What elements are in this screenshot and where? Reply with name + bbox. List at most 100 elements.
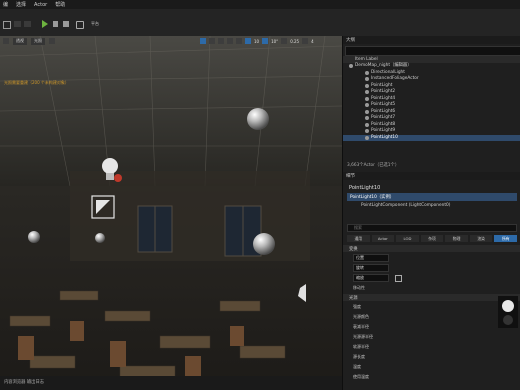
component-instance-row[interactable]: PointLight10（实例） [347,193,517,201]
status-left[interactable]: 内容浏览器 输出日志 [4,379,44,385]
move-icon[interactable] [209,38,215,44]
menu-item-select[interactable]: 选择 [16,1,26,8]
light-icon [365,109,369,114]
stop-icon[interactable] [63,21,69,27]
component-instance-label: PointLight10（实例） [350,195,395,200]
light-icon [365,90,369,95]
scale-label: 缩放 [356,275,364,280]
play-icon[interactable] [42,20,48,28]
mode-select-icon[interactable] [14,21,21,27]
component-row[interactable]: PointLightComponent (LightComponent0) [361,203,450,208]
scale-snap-icon[interactable] [281,38,288,44]
menu-item-actor[interactable]: Actor [34,2,47,8]
section-light[interactable]: 光源 [343,294,520,301]
light-prop[interactable]: 光源颜色 [353,314,373,320]
transform-row-rotation: 旋转 [353,264,389,272]
platforms-label: 平台 [91,20,99,26]
light-prop[interactable]: 源长度 [353,354,373,360]
content-icon[interactable] [24,21,31,27]
scale-icon[interactable] [227,38,233,44]
launch-icon[interactable] [76,21,84,29]
show-icon[interactable] [49,38,55,44]
section-transform-label: 变换 [349,246,358,252]
rotation-dropdown[interactable]: 旋转 [353,264,389,272]
light-prop[interactable]: 强度 [353,304,373,310]
scale-dropdown[interactable]: 缩放 [353,274,389,282]
platforms-button[interactable]: 平台 [91,20,99,27]
outliner-item-selected[interactable]: PointLight10 [343,134,520,141]
grid-snap-value[interactable]: 10 [254,39,259,44]
scale-snap-value[interactable]: 0.25 [290,39,299,44]
light-icon [365,96,369,101]
section-transform[interactable]: 变换 [343,245,520,252]
outliner-header: Item Label [343,56,520,63]
viewport-mode-label: 透视 [16,38,24,43]
outliner-search-input[interactable] [345,46,520,56]
light-icon [365,116,369,121]
outliner-tab[interactable]: 大纲 [343,36,520,44]
actor-name[interactable]: PointLight10 [349,185,380,191]
rotate-icon[interactable] [218,38,224,44]
pause-icon[interactable] [53,21,58,27]
lock-icon[interactable] [395,274,402,282]
outliner-count: 3,663个Actor（已选1个） [347,163,400,168]
rotation-snap-value[interactable]: 10° [271,39,278,44]
outliner-tab-label: 大纲 [346,38,355,43]
filter-tab[interactable]: 物理 [445,235,468,242]
details-tab-label: 细节 [346,174,355,179]
filter-tab[interactable]: 杂项 [420,235,444,242]
light-icon [365,83,369,88]
level-viewport[interactable]: 透视 光照 10 10° 0.25 4 光照需要重建（200 个未构建对象） [0,36,342,386]
viewport-options-icon[interactable] [3,38,9,44]
select-icon[interactable] [200,38,206,44]
transform-row-location: 位置 [353,254,389,262]
section-light-label: 光源 [349,295,358,301]
world-icon [349,64,353,69]
light-prop[interactable]: 软源半径 [353,344,373,350]
light-prop[interactable]: 衰减半径 [353,324,373,330]
outliner-list: DemoMap_night（编辑器） DirectionalLight Inst… [343,63,520,141]
details-search-placeholder: 搜索 [354,225,362,230]
transform-toolbar: 10 10° 0.25 4 [200,36,314,46]
grid-snap-icon[interactable] [245,38,251,44]
menu-bar: 编 选择 Actor 帮助 [0,0,520,9]
light-prop[interactable]: 光源源半径 [353,334,373,340]
mobility-label: 移动性 [353,285,365,290]
light-icon [365,122,369,127]
outliner-item-label: PointLight10 [371,134,398,140]
details-tab[interactable]: 细节 [343,172,520,180]
outliner-header-label: Item Label [355,57,378,62]
filter-tab[interactable]: 渲染 [469,235,493,242]
rotation-snap-icon[interactable] [262,38,269,44]
light-prop[interactable]: 使用温度 [353,374,373,380]
unreal-logo-icon [498,296,518,328]
filter-tab[interactable]: LOD [396,235,419,242]
details-search-input[interactable]: 搜索 [347,224,517,232]
light-prop[interactable]: 温度 [353,364,373,370]
location-label: 位置 [356,255,364,260]
save-icon[interactable] [3,21,11,29]
menu-item-edit[interactable]: 编 [3,1,8,8]
actor-icon [365,77,369,82]
light-icon [365,103,369,108]
lighting-warning: 光照需要重建（200 个未构建对象） [4,80,69,85]
filter-tab-active[interactable]: 所有 [494,235,518,242]
status-bar: 内容浏览器 输出日志 [0,376,342,390]
filter-tab[interactable]: 通用 [347,235,370,242]
menu-item-help[interactable]: 帮助 [55,1,65,8]
viewport-scene [0,36,342,386]
light-properties: 强度 光源颜色 衰减半径 光源源半径 软源半径 源长度 温度 使用温度 [353,304,373,380]
right-panel: 大纲 Item Label DemoMap_night（编辑器） Directi… [342,36,520,390]
camera-speed-icon[interactable] [302,38,309,44]
viewport-mode-button[interactable]: 透视 [13,37,27,45]
rotation-label: 旋转 [356,265,364,270]
main-toolbar: 平台 [0,9,520,37]
camera-speed-value[interactable]: 4 [311,39,314,44]
filter-tab[interactable]: Actor [371,235,395,242]
transform-row-scale: 缩放 [353,274,402,282]
view-mode-label: 光照 [34,38,42,43]
light-icon [365,70,369,75]
world-icon[interactable] [236,38,242,44]
location-dropdown[interactable]: 位置 [353,254,389,262]
view-mode-button[interactable]: 光照 [31,37,45,45]
